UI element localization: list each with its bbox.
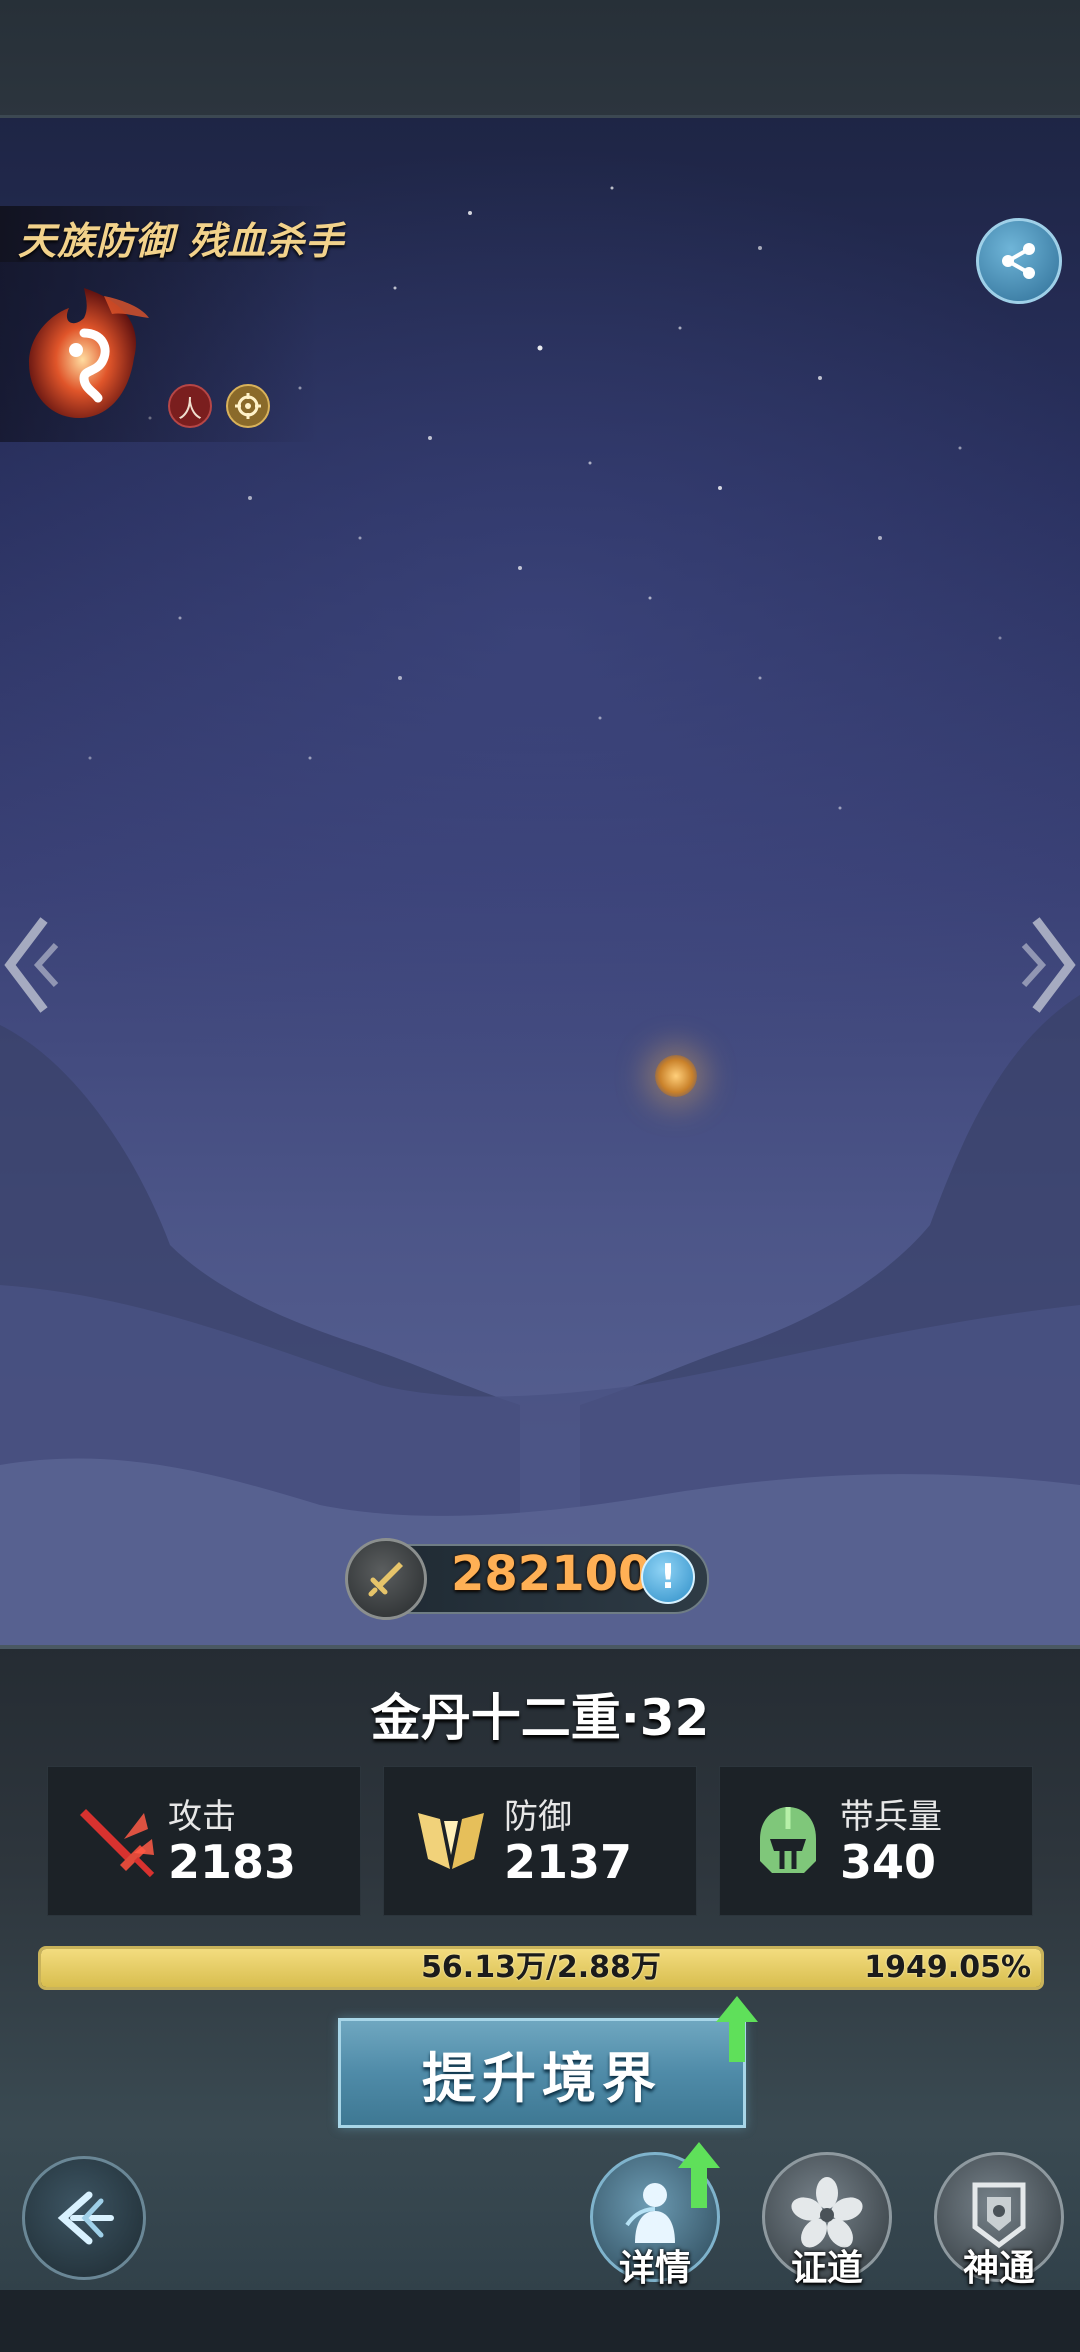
shentong-label: 神通	[962, 2248, 1035, 2289]
troop-label: 带兵量	[840, 1797, 942, 1837]
hero-title: 天族防御 残血杀手	[18, 219, 345, 263]
bottom-bar	[0, 2290, 1080, 2352]
top-bar	[0, 0, 1080, 118]
zhengdao-button[interactable]: 证道	[762, 2152, 892, 2289]
troop-stat: 带兵量 340	[719, 1766, 1033, 1916]
realm-title: 金丹十二重·32	[370, 1689, 710, 1747]
next-hero-button[interactable]	[1020, 910, 1080, 1020]
upgrade-realm-button[interactable]: 提升境界	[338, 2018, 746, 2128]
detail-upgrade-arrow-icon	[678, 2142, 720, 2208]
helmet-icon	[760, 1807, 816, 1873]
share-icon	[1002, 243, 1035, 279]
defense-value: 2137	[504, 1835, 633, 1889]
share-button[interactable]	[976, 218, 1062, 304]
shield-icon	[418, 1813, 484, 1869]
back-arrow-icon	[57, 2191, 114, 2245]
target-tag-icon[interactable]	[226, 384, 270, 428]
sword-icon	[345, 1538, 427, 1620]
defense-label: 防御	[504, 1797, 572, 1837]
info-button[interactable]: !	[641, 1550, 695, 1604]
person-tag-glyph: 人	[178, 394, 202, 423]
power-value: 282100	[451, 1546, 652, 1602]
progress-percent: 1949.05%	[864, 1950, 1031, 1985]
attack-label: 攻击	[168, 1797, 236, 1837]
person-tag-icon[interactable]: 人	[168, 384, 212, 428]
experience-progress-bar: 56.13万/2.88万 1949.05%	[38, 1946, 1044, 1990]
detail-label: 详情	[618, 2248, 691, 2289]
combat-power-display: 282100 !	[345, 1538, 730, 1620]
back-button[interactable]	[22, 2156, 146, 2280]
previous-hero-button[interactable]	[0, 910, 60, 1020]
mountain-silhouettes	[0, 995, 1080, 1645]
shentong-button[interactable]: 神通	[934, 2152, 1064, 2289]
upgrade-realm-label: 提升境界	[422, 2046, 662, 2110]
fire-emblem-icon	[29, 288, 149, 418]
troop-value: 340	[840, 1835, 937, 1889]
sword-slash-icon	[80, 1809, 155, 1878]
zhengdao-label: 证道	[790, 2248, 863, 2289]
attack-value: 2183	[168, 1835, 297, 1889]
target-glyph-icon	[235, 393, 261, 419]
attack-stat: 攻击 2183	[47, 1766, 361, 1916]
spirit-orb	[655, 1055, 697, 1097]
defense-stat: 防御 2137	[383, 1766, 697, 1916]
upgrade-available-arrow-icon	[716, 1996, 758, 2062]
